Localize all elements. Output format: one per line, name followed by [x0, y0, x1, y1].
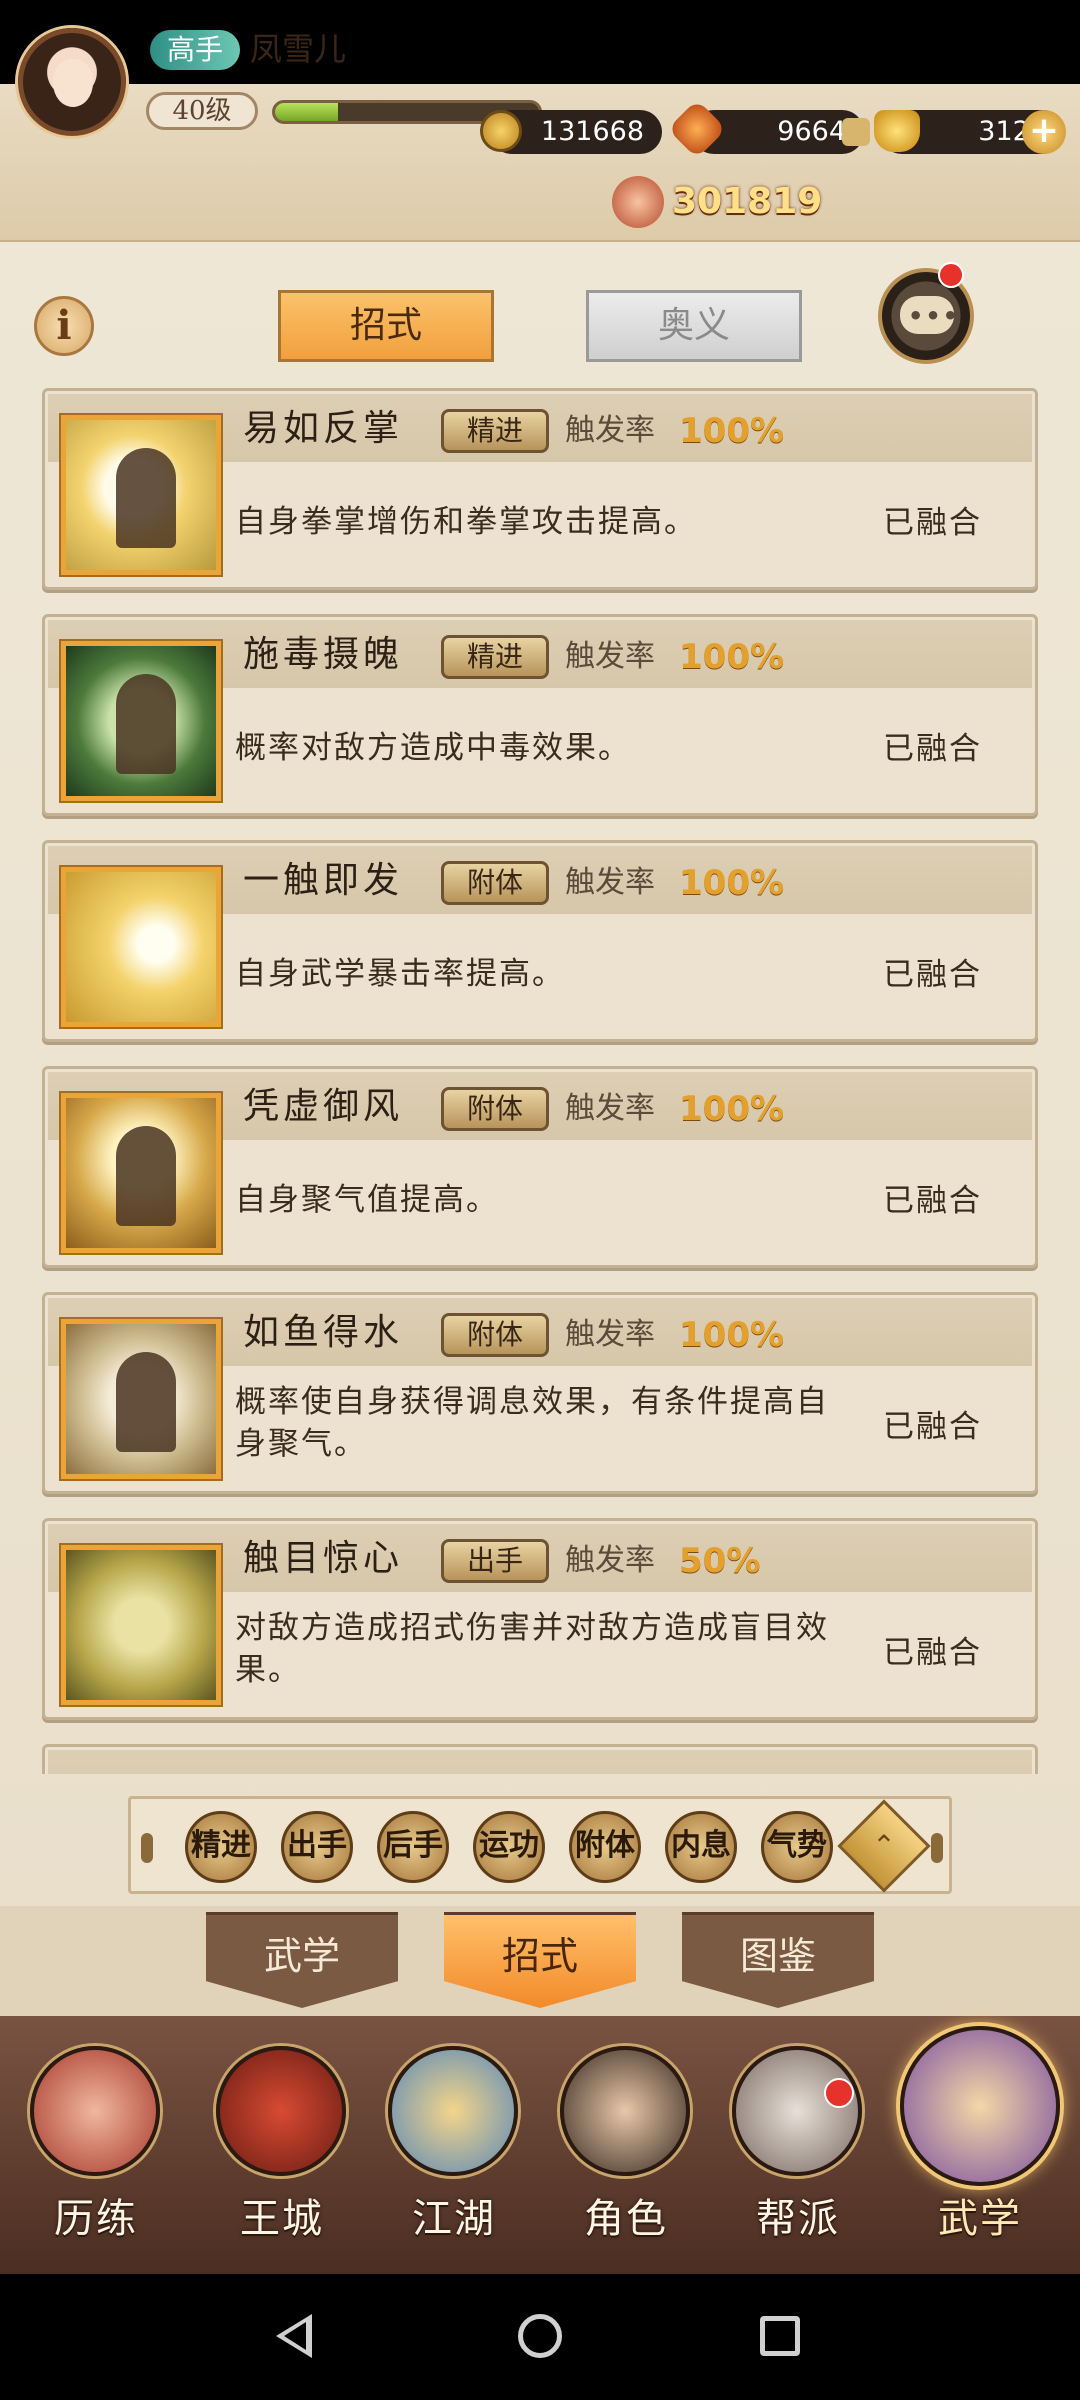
filter-qishi[interactable]: 气势: [761, 1811, 833, 1883]
player-avatar[interactable]: [18, 28, 126, 136]
home-icon[interactable]: [518, 2314, 562, 2358]
skill-card[interactable]: 易如反掌 精进 触发率 100% 自身拳掌增伤和拳掌攻击提高。 已融合: [42, 388, 1038, 590]
collapse-filter-button[interactable]: ⌃: [837, 1799, 931, 1893]
coin-icon: [480, 110, 522, 152]
trigger-rate-label: 触发率: [565, 1543, 655, 1578]
nav-label: 历练: [54, 2196, 138, 2242]
skill-name: 施毒摄魄: [243, 634, 404, 675]
skill-tag: 附体: [441, 861, 549, 905]
sword-gourd-icon: [388, 2046, 518, 2176]
skill-card[interactable]: 一触即发 附体 触发率 100% 自身武学暴击率提高。 已融合: [42, 840, 1038, 1042]
bar-right-cap: [931, 1833, 943, 1863]
fusion-status: 已融合: [883, 957, 982, 993]
nav-label: 角色: [584, 2196, 668, 2242]
recents-icon[interactable]: [760, 2316, 800, 2356]
skill-description: 自身武学暴击率提高。: [235, 956, 565, 992]
skill-description: 自身拳掌增伤和拳掌攻击提高。: [235, 504, 697, 540]
trigger-rate-value: 100%: [679, 411, 785, 451]
filter-yungong[interactable]: 运功: [473, 1811, 545, 1883]
trigger-rate-label: 触发率: [565, 1317, 655, 1352]
trigger-rate-value: 100%: [679, 1315, 785, 1355]
fusion-status: 已融合: [883, 1183, 982, 1219]
skill-name: 触目惊心: [243, 1538, 404, 1579]
tab-aoyi[interactable]: 奥义: [586, 290, 802, 362]
exchange-icon[interactable]: [842, 118, 870, 146]
trigger-rate-value: 100%: [679, 637, 785, 677]
bar-left-cap: [141, 1833, 153, 1863]
skill-thumbnail: [61, 1319, 221, 1479]
nav-label: 王城: [240, 2196, 324, 2242]
trigger-rate-label: 触发率: [565, 639, 655, 674]
skill-card[interactable]: 如鱼得水 附体 触发率 100% 概率使自身获得调息效果，有条件提高自身聚气。 …: [42, 1292, 1038, 1494]
tab-zhaoshi[interactable]: 招式: [278, 290, 494, 362]
player-name: 凤雪儿: [250, 30, 347, 68]
skill-description: 概率对敌方造成中毒效果。: [235, 730, 631, 766]
nav-label: 帮派: [756, 2196, 840, 2242]
skill-tag: 精进: [441, 409, 549, 453]
guild-emblem-icon: [732, 2046, 862, 2176]
skill-tag: 精进: [441, 635, 549, 679]
trigger-rate-label: 触发率: [565, 865, 655, 900]
trigger-rate-value: 100%: [679, 863, 785, 903]
skill-tag: 附体: [441, 1087, 549, 1131]
skill-name: 如鱼得水: [243, 1312, 404, 1353]
exp-bar-fill: [275, 103, 339, 121]
filter-bar: 精进 出手 后手 运功 附体 内息 气势 ⌃: [128, 1796, 952, 1894]
notification-dot: [824, 2078, 854, 2108]
trigger-rate-value: 100%: [679, 1089, 785, 1129]
skill-thumbnail: [61, 1545, 221, 1705]
nav-juese[interactable]: 角色: [546, 2026, 706, 2266]
skill-card[interactable]: 施毒摄魄 精进 触发率 100% 概率对敌方造成中毒效果。 已融合: [42, 614, 1038, 816]
rank-badge: 高手: [150, 30, 240, 70]
skill-tag: 附体: [441, 1313, 549, 1357]
level-badge: 40级: [146, 92, 258, 130]
filter-jingjin[interactable]: 精进: [185, 1811, 257, 1883]
skill-thumbnail: [61, 1093, 221, 1253]
skill-card[interactable]: 触目惊心 出手 触发率 50% 对敌方造成招式伤害并对敌方造成盲目效果。 已融合: [42, 1518, 1038, 1720]
nav-label: 武学: [938, 2196, 1022, 2242]
fusion-status: 已融合: [883, 731, 982, 767]
martial-scroll-icon: [900, 2026, 1060, 2186]
skill-thumbnail: [61, 415, 221, 575]
skill-card-partial[interactable]: [42, 1744, 1038, 1774]
nav-lilian[interactable]: 历练: [16, 2026, 176, 2266]
skill-name: 易如反掌: [243, 408, 404, 449]
power-icon: [612, 176, 664, 228]
filter-chushou[interactable]: 出手: [281, 1811, 353, 1883]
filter-houshou[interactable]: 后手: [377, 1811, 449, 1883]
trigger-rate-label: 触发率: [565, 1091, 655, 1126]
add-gold-button[interactable]: +: [1022, 110, 1066, 154]
chevron-up-icon: ⌃: [872, 1829, 896, 1862]
skill-list[interactable]: 易如反掌 精进 触发率 100% 自身拳掌增伤和拳掌攻击提高。 已融合 施毒摄魄…: [42, 388, 1038, 1774]
skill-description: 对敌方造成招式伤害并对敌方造成盲目效果。: [235, 1610, 829, 1688]
skill-name: 一触即发: [243, 860, 404, 901]
skill-thumbnail: [61, 641, 221, 801]
filter-futi[interactable]: 附体: [569, 1811, 641, 1883]
filter-neixi[interactable]: 内息: [665, 1811, 737, 1883]
gold-ingot-icon: [874, 110, 920, 152]
skill-name: 凭虚御风: [243, 1086, 404, 1127]
nav-label: 江湖: [412, 2196, 496, 2242]
skill-description: 自身聚气值提高。: [235, 1182, 499, 1218]
skill-description: 概率使自身获得调息效果，有条件提高自身聚气。: [235, 1384, 829, 1462]
nav-bangpai[interactable]: 帮派: [718, 2026, 878, 2266]
fusion-status: 已融合: [883, 505, 982, 541]
palace-gate-icon: [216, 2046, 346, 2176]
nav-wangcheng[interactable]: 王城: [202, 2026, 362, 2266]
fusion-status: 已融合: [883, 1409, 982, 1445]
back-icon[interactable]: [276, 2314, 312, 2358]
nav-jianghu[interactable]: 江湖: [374, 2026, 534, 2266]
trigger-rate-value: 50%: [679, 1541, 761, 1581]
info-button[interactable]: i: [34, 296, 94, 356]
skill-card[interactable]: 凭虚御风 附体 触发率 100% 自身聚气值提高。 已融合: [42, 1066, 1038, 1268]
character-hat-icon: [560, 2046, 690, 2176]
fusion-status: 已融合: [883, 1635, 982, 1671]
skill-tag: 出手: [441, 1539, 549, 1583]
notification-dot: [938, 262, 964, 288]
nav-wuxue[interactable]: 武学: [900, 2026, 1060, 2266]
skill-thumbnail: [61, 867, 221, 1027]
trigger-rate-label: 触发率: [565, 413, 655, 448]
combat-power: 301819: [672, 181, 823, 222]
training-scroll-icon: [30, 2046, 160, 2176]
